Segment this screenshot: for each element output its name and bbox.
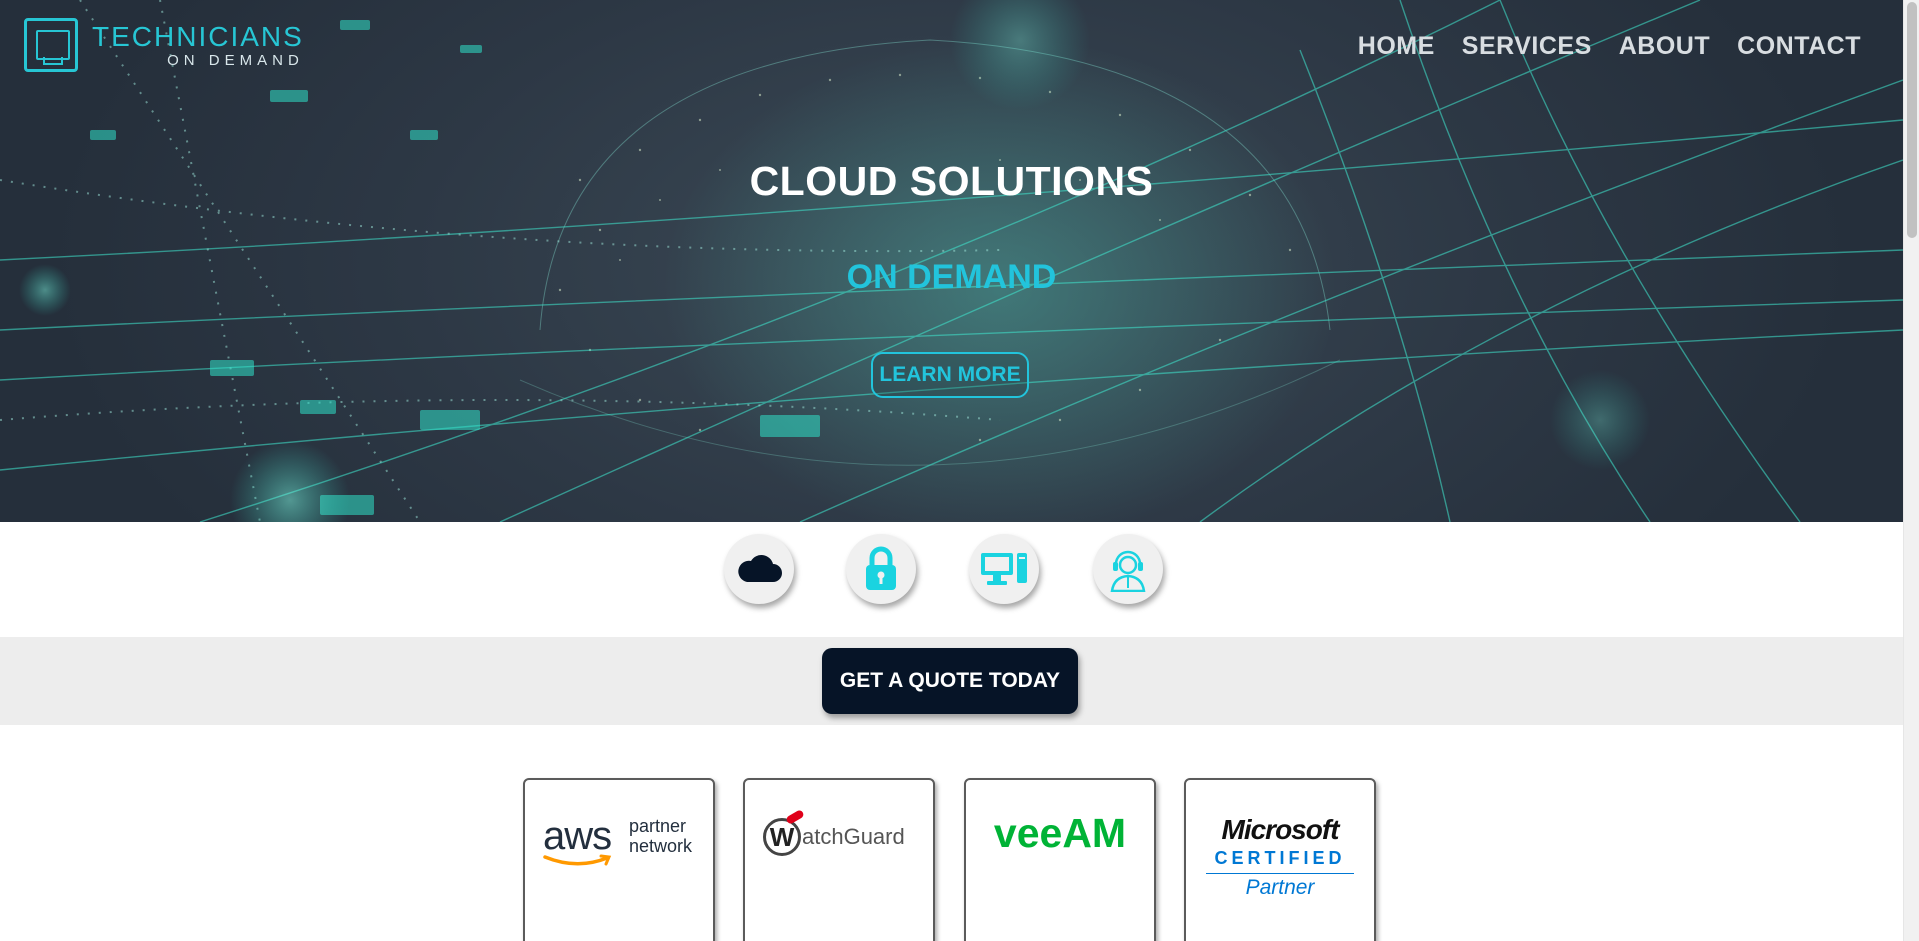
brand-name: TECHNICIANS xyxy=(92,20,304,52)
partner-card-watchguard[interactable]: W atchGuard xyxy=(743,778,935,941)
support-agent-icon xyxy=(1110,550,1146,592)
partner-card-aws[interactable]: aws partner network xyxy=(523,778,715,941)
microsoft-logo: Microsoft CERTIFIED Partner xyxy=(1186,814,1374,900)
hero-title: CLOUD SOLUTIONS xyxy=(749,158,1154,204)
aws-partner-text: partner network xyxy=(629,816,692,856)
lock-icon xyxy=(866,546,896,590)
logo-icon xyxy=(24,18,78,72)
cloud-icon xyxy=(738,555,782,582)
get-quote-button[interactable]: GET A QUOTE TODAY xyxy=(822,648,1078,714)
brand-logo[interactable]: TECHNICIANS ON DEMAND xyxy=(24,18,304,72)
microsoft-certified-text: CERTIFIED xyxy=(1214,848,1346,868)
hero-banner: TECHNICIANS ON DEMAND HOME SERVICES ABOU… xyxy=(0,0,1903,522)
veeam-logo: veeAM xyxy=(993,810,1127,856)
service-security-button[interactable] xyxy=(846,534,916,604)
microsoft-divider xyxy=(1206,873,1354,874)
quote-band: GET A QUOTE TODAY xyxy=(0,637,1903,725)
page-scrollbar[interactable] xyxy=(1903,0,1919,941)
nav-contact-link[interactable]: CONTACT xyxy=(1737,32,1861,61)
aws-wordmark: aws xyxy=(543,814,612,858)
service-computer-button[interactable] xyxy=(969,534,1039,604)
aws-partner-line1: partner xyxy=(629,816,687,836)
aws-logo: aws xyxy=(543,816,613,868)
nav-home-link[interactable]: HOME xyxy=(1358,32,1435,61)
microsoft-wordmark: Microsoft xyxy=(1221,814,1340,845)
learn-more-button[interactable]: LEARN MORE xyxy=(871,352,1029,398)
hero-subtitle: ON DEMAND xyxy=(846,258,1057,296)
watchguard-logo: W atchGuard xyxy=(763,818,905,856)
nav-about-link[interactable]: ABOUT xyxy=(1619,32,1710,61)
watchguard-initial: W xyxy=(763,818,801,856)
watchguard-wordmark: atchGuard xyxy=(802,824,905,849)
main-nav: HOME SERVICES ABOUT CONTACT xyxy=(1358,32,1861,61)
partners-section: aws partner network W atchGuard veeAM Mi… xyxy=(0,725,1903,941)
service-icons-row xyxy=(0,522,1903,637)
partner-card-microsoft[interactable]: Microsoft CERTIFIED Partner xyxy=(1184,778,1376,941)
desktop-computer-icon xyxy=(981,553,1027,585)
page: TECHNICIANS ON DEMAND HOME SERVICES ABOU… xyxy=(0,0,1903,941)
service-cloud-button[interactable] xyxy=(724,534,794,604)
service-support-button[interactable] xyxy=(1093,534,1163,604)
logo-text: TECHNICIANS ON DEMAND xyxy=(92,20,304,69)
scrollbar-thumb[interactable] xyxy=(1907,2,1917,238)
brand-tagline: ON DEMAND xyxy=(167,51,304,69)
partner-card-veeam[interactable]: veeAM xyxy=(964,778,1156,941)
microsoft-partner-text: Partner xyxy=(1245,876,1315,899)
nav-services-link[interactable]: SERVICES xyxy=(1462,32,1592,61)
aws-partner-line2: network xyxy=(629,836,693,856)
